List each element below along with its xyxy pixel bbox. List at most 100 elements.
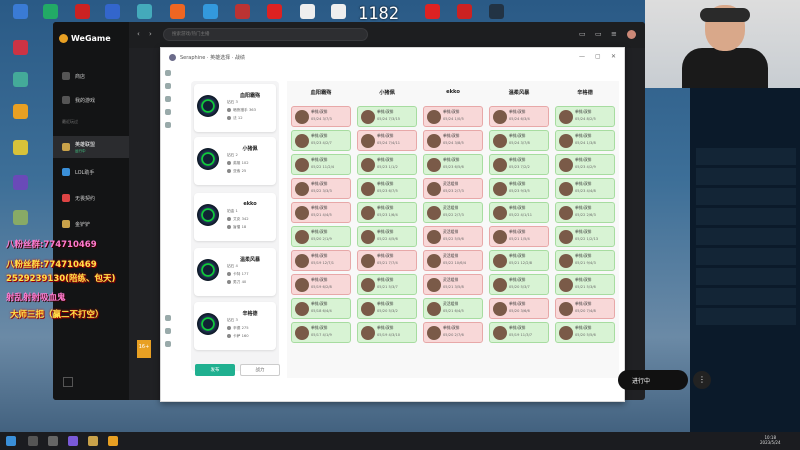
match-card[interactable]: 单排/双排 05/24 1/3/8 bbox=[555, 130, 615, 151]
match-card[interactable]: 单排/双排 05/23 1/6/4 bbox=[357, 202, 417, 223]
player-card[interactable]: 血阳霜殇 钻石 3 暗夜猎手 363 法 12 bbox=[194, 84, 276, 132]
match-card[interactable]: 灵活组排 05/21 6/4/5 bbox=[423, 298, 483, 319]
avatar-icon[interactable] bbox=[165, 328, 171, 334]
friend-row[interactable] bbox=[696, 148, 796, 166]
fullscreen-icon[interactable] bbox=[63, 377, 73, 387]
desktop-icon[interactable] bbox=[420, 4, 444, 19]
match-card[interactable]: 单排/双排 05/24 3/7/8 bbox=[489, 130, 549, 151]
notice-icon[interactable] bbox=[165, 315, 171, 321]
friend-row[interactable] bbox=[696, 228, 796, 246]
forward-icon[interactable]: › bbox=[149, 30, 152, 38]
player-card[interactable]: 小猪佩 钻石 2 英雄 102 亚索 25 bbox=[194, 137, 276, 185]
nav-game-lol[interactable]: 英雄联盟 运行中 bbox=[53, 136, 129, 158]
desktop-icon[interactable] bbox=[484, 4, 508, 19]
wegame-taskbar-icon[interactable] bbox=[108, 436, 118, 446]
player-card[interactable]: 温柔风暴 钻石 4 卡特 177 男刀 40 bbox=[194, 248, 276, 296]
search-icon[interactable] bbox=[28, 436, 38, 446]
nav-store[interactable]: 商店 bbox=[53, 66, 129, 86]
match-card[interactable]: 单排/双排 05/23 9/3/5 bbox=[489, 178, 549, 199]
match-card[interactable]: 单排/双排 05/22 1/2/13 bbox=[555, 226, 615, 247]
match-card[interactable]: 单排/双排 05/22 3/3/3 bbox=[291, 178, 351, 199]
desktop-icon[interactable] bbox=[198, 4, 222, 19]
friend-row[interactable] bbox=[696, 248, 796, 266]
desktop-icon[interactable] bbox=[165, 4, 189, 19]
match-card[interactable]: 单排/双排 05/23 6/7/5 bbox=[357, 178, 417, 199]
match-card[interactable]: 单排/双排 05/23 1/1/2 bbox=[357, 154, 417, 175]
match-card[interactable]: 单排/双排 05/19 4/3/10 bbox=[357, 322, 417, 343]
match-card[interactable]: 单排/双排 05/21 4/4/5 bbox=[291, 202, 351, 223]
tools-icon[interactable] bbox=[165, 122, 171, 128]
minimize-icon[interactable]: — bbox=[579, 53, 585, 60]
match-card[interactable]: 单排/双排 05/19 6/2/8 bbox=[291, 274, 351, 295]
desktop-icon[interactable] bbox=[8, 72, 32, 87]
game-icon[interactable] bbox=[165, 96, 171, 102]
match-card[interactable]: 单排/双排 05/23 6/5/6 bbox=[423, 154, 483, 175]
nav-game-tft[interactable]: 金铲铲 bbox=[53, 214, 129, 234]
match-card[interactable]: 单排/双排 05/20 5/5/6 bbox=[555, 322, 615, 343]
avatar[interactable] bbox=[627, 30, 636, 39]
lol-taskbar-icon[interactable] bbox=[88, 436, 98, 446]
desktop-icon[interactable] bbox=[326, 4, 350, 19]
friend-row[interactable] bbox=[696, 308, 796, 326]
match-card[interactable]: 灵活组排 05/21 3/5/8 bbox=[423, 274, 483, 295]
taskview-icon[interactable] bbox=[48, 436, 58, 446]
match-card[interactable]: 灵活组排 05/22 10/6/4 bbox=[423, 250, 483, 271]
match-card[interactable]: 单排/双排 05/22 4/1/11 bbox=[489, 202, 549, 223]
desktop-icon[interactable] bbox=[8, 140, 32, 155]
app-taskbar-icon[interactable] bbox=[68, 436, 78, 446]
more-options-icon[interactable]: ⋮ bbox=[693, 371, 711, 389]
friend-row[interactable] bbox=[696, 188, 796, 206]
nav-game-helper[interactable]: LOL助手 bbox=[53, 162, 129, 182]
close-icon[interactable]: ✕ bbox=[611, 53, 616, 60]
desktop-icon[interactable] bbox=[295, 4, 319, 19]
desktop-icon[interactable] bbox=[8, 175, 32, 190]
match-card[interactable]: 单排/双排 05/22 4/5/6 bbox=[357, 226, 417, 247]
download-icon[interactable]: ▭ bbox=[595, 30, 602, 38]
desktop-icon[interactable] bbox=[8, 210, 32, 225]
match-card[interactable]: 单排/双排 05/23 7/2/2 bbox=[489, 154, 549, 175]
match-card[interactable]: 单排/双排 05/20 3/6/6 bbox=[489, 298, 549, 319]
match-card[interactable]: 灵活组排 05/22 2/7/3 bbox=[423, 202, 483, 223]
desktop-icon[interactable] bbox=[38, 4, 62, 19]
search-input[interactable] bbox=[163, 28, 368, 41]
match-card[interactable]: 单排/双排 05/24 6/3/4 bbox=[489, 106, 549, 127]
nav-my-games[interactable]: 我的游戏 bbox=[53, 90, 129, 110]
desktop-icon[interactable] bbox=[8, 4, 32, 19]
match-card[interactable]: 单排/双排 05/18 6/4/4 bbox=[291, 298, 351, 319]
match-card[interactable]: 单排/双排 05/24 7/4/11 bbox=[357, 130, 417, 151]
friend-row[interactable] bbox=[696, 168, 796, 186]
windows-start-icon[interactable] bbox=[6, 436, 16, 446]
settings-icon[interactable] bbox=[165, 341, 171, 347]
match-card[interactable]: 单排/双排 05/23 4/4/8 bbox=[555, 178, 615, 199]
message-icon[interactable]: ▭ bbox=[579, 30, 586, 38]
home-icon[interactable] bbox=[165, 70, 171, 76]
match-card[interactable]: 单排/双排 05/24 1/0/5 bbox=[423, 106, 483, 127]
match-card[interactable]: 单排/双排 05/20 2/7/6 bbox=[423, 322, 483, 343]
match-card[interactable]: 灵活组排 05/23 2/7/3 bbox=[423, 178, 483, 199]
power-button[interactable]: 战力 bbox=[240, 364, 280, 376]
publish-button[interactable]: 发布 bbox=[195, 364, 235, 376]
match-card[interactable]: 单排/双排 05/19 11/3/7 bbox=[489, 322, 549, 343]
match-card[interactable]: 单排/双排 05/24 7/3/15 bbox=[357, 106, 417, 127]
match-card[interactable]: 单排/双排 05/23 4/2/9 bbox=[555, 154, 615, 175]
match-card[interactable]: 单排/双排 05/21 1/5/4 bbox=[489, 226, 549, 247]
menu-icon[interactable]: ≡ bbox=[611, 30, 617, 38]
match-card[interactable]: 单排/双排 05/20 2/1/9 bbox=[291, 226, 351, 247]
player-card[interactable]: 辛格德 钻石 3 辛德 275 卡萨 160 bbox=[194, 302, 276, 350]
friend-row[interactable] bbox=[696, 268, 796, 286]
match-card[interactable]: 单排/双排 05/24 8/2/5 bbox=[555, 106, 615, 127]
desktop-icon[interactable] bbox=[100, 4, 124, 19]
desktop-icon[interactable] bbox=[8, 104, 32, 119]
match-card[interactable]: 单排/双排 05/24 3/8/5 bbox=[423, 130, 483, 151]
match-card[interactable]: 单排/双排 05/21 7/7/4 bbox=[357, 250, 417, 271]
nav-game-valorant[interactable]: 无畏契约 bbox=[53, 188, 129, 208]
desktop-icon[interactable] bbox=[8, 40, 32, 55]
match-card[interactable]: 单排/双排 05/20 5/3/7 bbox=[489, 274, 549, 295]
desktop-icon[interactable] bbox=[262, 4, 286, 19]
desktop-icon[interactable] bbox=[452, 4, 476, 19]
match-card[interactable]: 单排/双排 05/24 3/7/3 bbox=[291, 106, 351, 127]
match-card[interactable]: 单排/双排 05/20 5/3/2 bbox=[357, 298, 417, 319]
desktop-icon[interactable] bbox=[70, 4, 94, 19]
history-icon[interactable] bbox=[165, 109, 171, 115]
match-card[interactable]: 灵活组排 05/22 5/5/6 bbox=[423, 226, 483, 247]
